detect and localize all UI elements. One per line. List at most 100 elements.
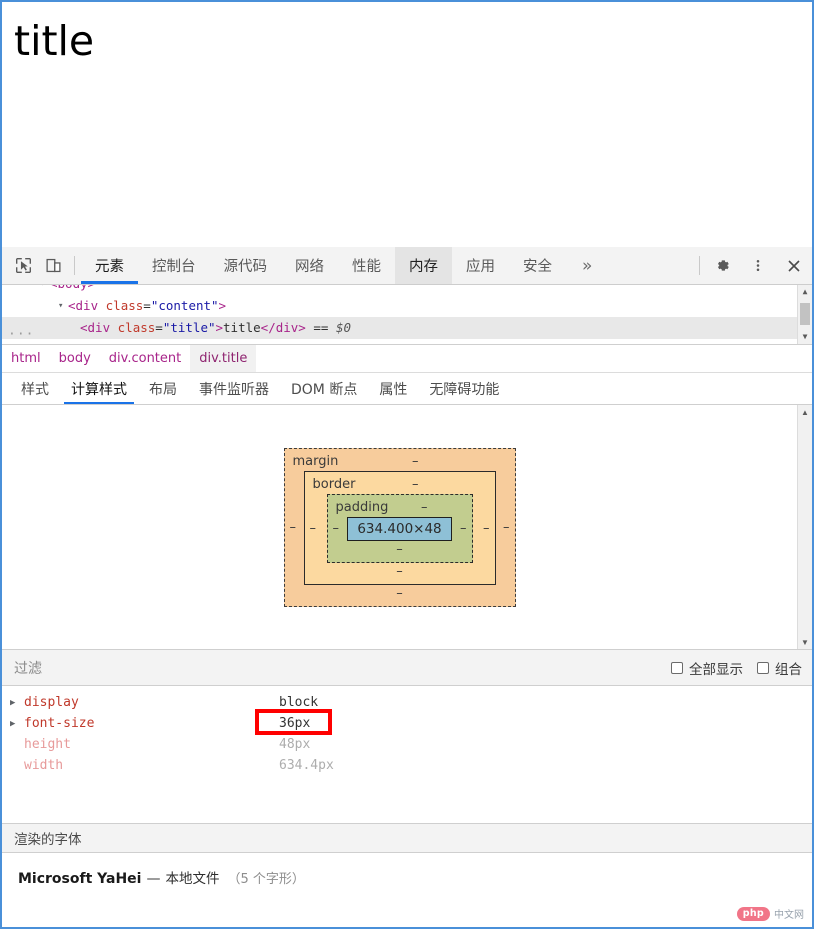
expand-triangle-icon[interactable]: ▶: [10, 719, 24, 729]
devtools-main-toolbar: 元素 控制台 源代码 网络 性能 内存 应用 安全 »: [2, 247, 812, 285]
dom-console-ref: $0: [335, 320, 351, 335]
tab-properties[interactable]: 属性: [368, 373, 418, 404]
more-tabs-chevron-icon[interactable]: »: [566, 247, 608, 284]
tab-computed[interactable]: 计算样式: [60, 373, 138, 404]
box-model-padding-left-value[interactable]: –: [328, 521, 345, 536]
dom-tag-open: <div: [68, 298, 106, 313]
tab-styles[interactable]: 样式: [10, 373, 60, 404]
scroll-up-arrow-icon[interactable]: ▲: [798, 405, 812, 419]
tab-event-listeners[interactable]: 事件监听器: [188, 373, 280, 404]
show-all-checkbox-group[interactable]: 全部显示: [671, 658, 743, 678]
show-all-label: 全部显示: [689, 661, 743, 678]
group-checkbox[interactable]: [757, 661, 769, 674]
computed-property-row[interactable]: ▶ font-size 36px: [2, 713, 812, 734]
property-value[interactable]: block: [279, 695, 318, 710]
tab-sources[interactable]: 源代码: [210, 247, 282, 284]
box-model-border-bottom-value[interactable]: –: [305, 563, 495, 580]
dom-tag-body: <body>: [50, 285, 95, 295]
dom-ellipsis-badge[interactable]: ···: [8, 324, 34, 344]
expand-triangle-icon[interactable]: ▾: [40, 285, 50, 295]
tab-network[interactable]: 网络: [281, 247, 338, 284]
page-title: title: [14, 17, 95, 65]
box-model-margin-top-value[interactable]: –: [412, 454, 515, 470]
kebab-menu-icon[interactable]: [740, 247, 776, 284]
tab-layout[interactable]: 布局: [138, 373, 188, 404]
close-icon[interactable]: [776, 247, 812, 284]
dom-tree-row[interactable]: ▾<body>: [2, 285, 812, 295]
tab-application[interactable]: 应用: [452, 247, 509, 284]
scroll-down-arrow-icon[interactable]: ▼: [798, 330, 812, 344]
computed-property-row[interactable]: ▶ display block: [2, 692, 812, 713]
box-model-margin-bottom-value[interactable]: –: [285, 585, 515, 602]
box-model-padding-top-value[interactable]: –: [421, 500, 472, 516]
breadcrumb-item-html[interactable]: html: [2, 345, 50, 372]
font-family-name: Microsoft YaHei: [18, 871, 142, 887]
property-value[interactable]: 48px: [279, 737, 310, 752]
box-model-margin[interactable]: margin – – border – – padding – – 634.40…: [283, 447, 516, 607]
tab-memory[interactable]: 内存: [395, 247, 452, 284]
font-glyph-count: （5 个字形）: [227, 872, 305, 887]
devtools-panel-tabs: 元素 控制台 源代码 网络 性能 内存 应用 安全 »: [81, 247, 608, 284]
breadcrumb-item-div-content[interactable]: div.content: [100, 345, 190, 372]
property-value[interactable]: 36px: [279, 716, 310, 731]
tab-console[interactable]: 控制台: [138, 247, 210, 284]
dom-tag-close-bracket: >: [215, 320, 224, 335]
group-checkbox-group[interactable]: 组合: [757, 658, 802, 678]
box-model-padding[interactable]: padding – – 634.400×48 – –: [326, 493, 473, 563]
expand-triangle-icon[interactable]: ▾: [58, 295, 68, 317]
computed-property-row[interactable]: height 48px: [2, 734, 812, 755]
tab-accessibility[interactable]: 无障碍功能: [418, 373, 510, 404]
box-model-margin-label: margin: [292, 453, 339, 469]
dom-tag-open: <div: [80, 320, 118, 335]
show-all-checkbox[interactable]: [671, 661, 683, 674]
dom-tree-panel[interactable]: ▾<body> ▾<div class="content"> <div clas…: [2, 285, 812, 345]
box-model-border-label: border: [312, 476, 356, 492]
tab-dom-breakpoints[interactable]: DOM 断点: [280, 373, 368, 404]
box-model-padding-right-value[interactable]: –: [455, 521, 472, 536]
dom-attr-name: class: [105, 298, 144, 313]
filter-input[interactable]: 过滤: [14, 658, 42, 678]
box-model-border[interactable]: border – – padding – – 634.400×48 – – – …: [303, 470, 496, 585]
toolbar-divider-right: [699, 256, 700, 275]
property-name: width: [24, 758, 64, 773]
breadcrumb: html body div.content div.title: [2, 345, 812, 373]
box-model-border-top-value[interactable]: –: [412, 477, 495, 493]
dom-attr-name: class: [117, 320, 156, 335]
computed-filter-bar: 过滤 全部显示 组合: [2, 650, 812, 686]
breadcrumb-item-div-title[interactable]: div.title: [190, 345, 257, 372]
device-toolbar-icon[interactable]: [38, 247, 68, 284]
gear-icon[interactable]: [704, 247, 740, 284]
breadcrumb-item-body[interactable]: body: [50, 345, 100, 372]
box-model-border-left-value[interactable]: –: [305, 521, 322, 536]
watermark-badge: php: [736, 906, 770, 921]
computed-properties-list: ▶ display block ▶ font-size 36px height …: [2, 686, 812, 823]
tab-performance[interactable]: 性能: [338, 247, 395, 284]
watermark: php 中文网: [736, 906, 804, 921]
dom-attr-eq: =: [143, 298, 151, 313]
box-model-border-right-value[interactable]: –: [478, 521, 495, 536]
property-name: display: [24, 695, 79, 710]
box-model-padding-bottom-value[interactable]: –: [328, 541, 472, 558]
dom-tree-row-selected[interactable]: <div class = "title" > title </div> == $0: [2, 317, 812, 339]
font-separator-dash: —: [146, 871, 161, 887]
property-name: font-size: [24, 716, 95, 731]
computed-panel-scrollbar[interactable]: ▲ ▼: [797, 405, 812, 649]
dom-attr-eq: =: [155, 320, 163, 335]
watermark-label: 中文网: [774, 910, 804, 921]
tab-elements[interactable]: 元素: [81, 247, 138, 284]
box-model-margin-left-value[interactable]: –: [285, 520, 302, 535]
box-model-margin-right-value[interactable]: –: [498, 520, 515, 535]
dom-closing-tag: </div>: [260, 320, 306, 335]
tab-security[interactable]: 安全: [509, 247, 566, 284]
dom-tree-scrollbar[interactable]: ▲ ▼: [797, 285, 812, 344]
scrollbar-thumb[interactable]: [800, 303, 810, 325]
property-value[interactable]: 634.4px: [279, 758, 334, 773]
expand-triangle-icon[interactable]: ▶: [10, 698, 24, 708]
computed-property-row[interactable]: width 634.4px: [2, 755, 812, 776]
dom-tree-row[interactable]: ▾ <div class = "content" >: [2, 295, 812, 317]
scroll-down-arrow-icon[interactable]: ▼: [798, 635, 812, 649]
box-model-content-size[interactable]: 634.400×48: [347, 516, 452, 541]
scroll-up-arrow-icon[interactable]: ▲: [798, 285, 812, 299]
inspect-cursor-icon[interactable]: [8, 247, 38, 284]
property-name: height: [24, 737, 71, 752]
